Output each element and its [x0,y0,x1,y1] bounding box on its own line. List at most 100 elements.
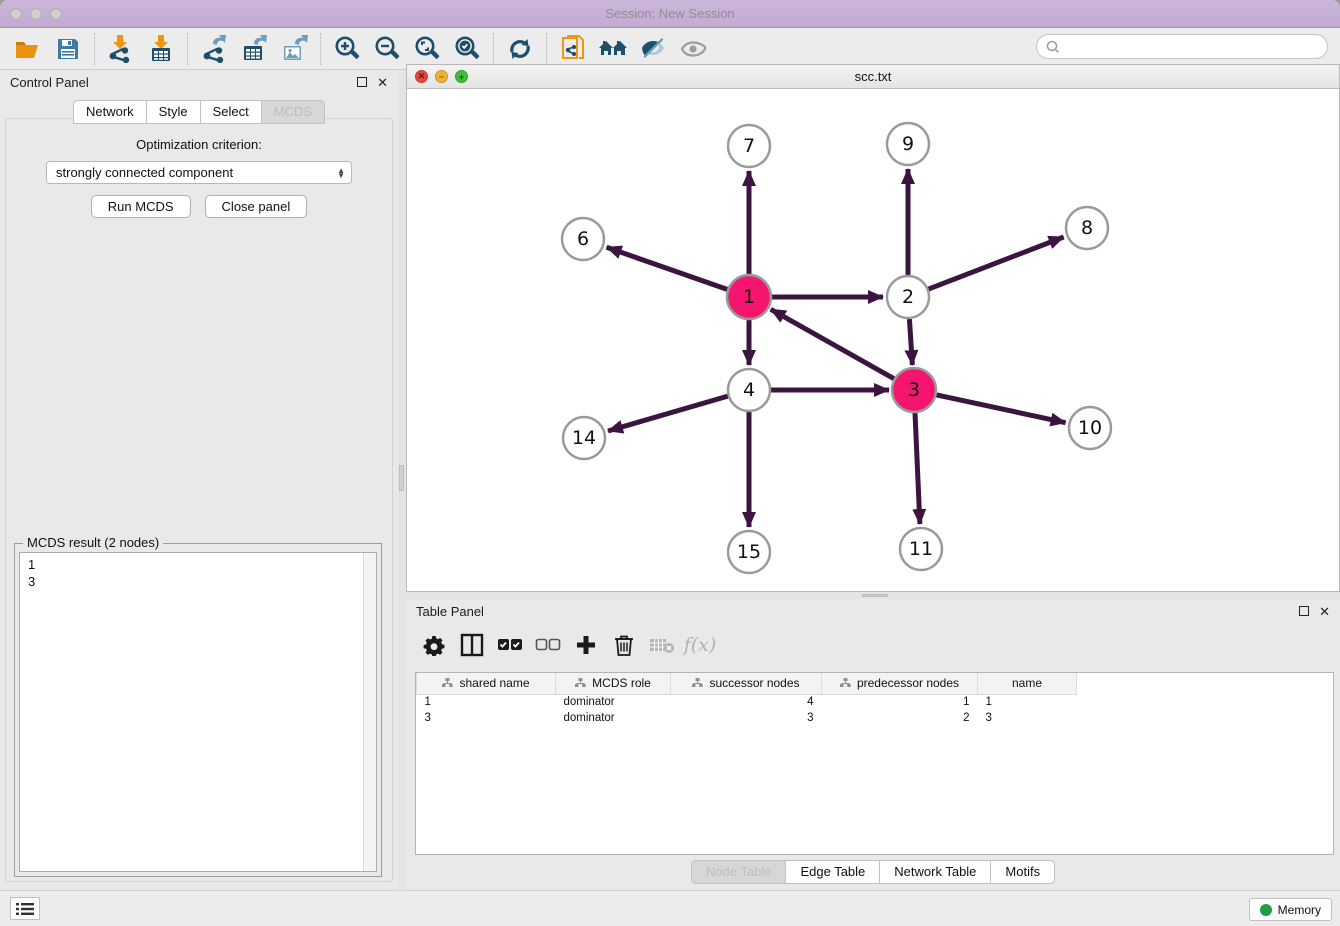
node-14[interactable]: 14 [563,417,605,459]
show-details-button[interactable] [673,31,713,67]
float-table-panel-button[interactable] [1299,605,1309,618]
zoom-fit-button[interactable] [407,31,447,67]
eye-icon [679,36,707,62]
svg-text:8: 8 [1081,217,1093,239]
delete-column-button[interactable] [606,628,642,662]
node-3[interactable]: 3 [892,368,936,412]
function-builder-button[interactable]: f(x) [682,628,718,662]
node-9[interactable]: 9 [887,123,929,165]
search-input[interactable] [1036,34,1328,59]
zoom-in-icon [334,35,361,62]
node-table[interactable]: shared name MCDS rolesuccessor nodesprede… [415,672,1334,855]
memory-status-icon [1260,904,1272,916]
horizontal-splitter[interactable] [406,592,1340,599]
network-from-selection-button[interactable] [553,31,593,67]
save-session-button[interactable] [48,31,88,67]
mcds-result-textarea[interactable]: 13 [19,552,377,872]
result-line: 1 [28,556,376,573]
splitter-grip[interactable] [862,594,888,597]
import-table-button[interactable] [141,31,181,67]
close-panel-button-bottom[interactable]: Close panel [205,195,308,218]
node-6[interactable]: 6 [562,218,604,260]
vertical-splitter[interactable] [398,70,406,890]
result-scrollbar[interactable] [363,553,376,871]
add-column-button[interactable] [568,628,604,662]
select-all-checks-button[interactable] [492,628,528,662]
node-1[interactable]: 1 [727,275,771,319]
svg-text:4: 4 [743,379,755,401]
cell-shared-name[interactable]: 3 [417,710,556,726]
node-11[interactable]: 11 [900,528,942,570]
cell-shared-name[interactable]: 1 [417,694,556,710]
column-header-predecessor-nodes[interactable]: predecessor nodes [822,673,978,694]
zoom-in-button[interactable] [327,31,367,67]
column-header-mcds-role[interactable]: MCDS role [556,673,671,694]
close-table-panel-button[interactable]: ✕ [1319,605,1330,618]
svg-text:7: 7 [743,135,755,157]
cell-name[interactable]: 3 [978,710,1077,726]
network-graph-canvas[interactable]: 1 2 3 4 6 7 8 9 10 11 14 15 [407,89,1339,591]
tab-node-table[interactable]: Node Table [691,860,787,884]
run-mcds-button[interactable]: Run MCDS [91,195,191,218]
edge-2-8[interactable] [929,237,1064,289]
export-table-button[interactable] [234,31,274,67]
deselect-all-checks-button[interactable] [530,628,566,662]
table-row[interactable]: 1dominator411 [417,694,1077,710]
zoom-out-button[interactable] [367,31,407,67]
close-panel-button[interactable]: ✕ [377,76,388,89]
cell-predecessor-nodes[interactable]: 1 [822,694,978,710]
edge-3-11[interactable] [915,412,920,524]
edge-1-6[interactable] [607,247,729,289]
export-network-button[interactable] [194,31,234,67]
column-header-shared-name[interactable]: shared name [417,673,556,694]
tab-select[interactable]: Select [201,100,262,124]
tab-network-table[interactable]: Network Table [880,860,991,884]
table-row[interactable]: 3dominator323 [417,710,1077,726]
hide-details-button[interactable] [633,31,673,67]
node-10[interactable]: 10 [1069,407,1111,449]
column-header-name[interactable]: name [978,673,1077,694]
criterion-select[interactable]: strongly connected component ▲▼ [46,161,352,184]
cell-mcds-role[interactable]: dominator [556,694,671,710]
edge-2-3[interactable] [909,319,912,365]
fx-icon: f(x) [684,634,717,656]
edge-3-10[interactable] [936,395,1066,423]
delete-table-button[interactable] [644,628,680,662]
node-8[interactable]: 8 [1066,207,1108,249]
edge-3-1[interactable] [771,309,895,379]
houses-button[interactable] [593,31,633,67]
table-options-button[interactable] [416,628,452,662]
window-titlebar[interactable]: Session: New Session [0,0,1340,28]
sort-tree-icon [575,677,586,691]
splitter-grip[interactable] [399,465,404,491]
tab-style[interactable]: Style [147,100,201,124]
tab-motifs[interactable]: Motifs [991,860,1055,884]
edge-4-14[interactable] [608,396,728,431]
cell-name[interactable]: 1 [978,694,1077,710]
float-panel-button[interactable] [357,76,367,89]
node-15[interactable]: 15 [728,531,770,573]
memory-button[interactable]: Memory [1249,898,1332,921]
column-label: shared name [459,676,529,690]
import-network-button[interactable] [101,31,141,67]
open-session-button[interactable] [8,31,48,67]
node-4[interactable]: 4 [728,369,770,411]
cell-successor-nodes[interactable]: 4 [671,694,822,710]
cell-mcds-role[interactable]: dominator [556,710,671,726]
svg-text:15: 15 [737,541,761,563]
task-history-button[interactable] [10,897,40,920]
node-7[interactable]: 7 [728,125,770,167]
cell-predecessor-nodes[interactable]: 2 [822,710,978,726]
refresh-layout-button[interactable] [500,31,540,67]
cell-successor-nodes[interactable]: 3 [671,710,822,726]
tab-mcds[interactable]: MCDS [262,100,325,124]
zoom-selected-button[interactable] [447,31,487,67]
export-image-button[interactable] [274,31,314,67]
tab-network[interactable]: Network [73,100,147,124]
column-header-successor-nodes[interactable]: successor nodes [671,673,822,694]
show-column-button[interactable] [454,628,490,662]
tab-edge-table[interactable]: Edge Table [786,860,880,884]
control-panel-header: Control Panel ✕ [0,70,398,94]
node-2[interactable]: 2 [887,276,929,318]
network-window-titlebar[interactable]: ✕ − + scc.txt [407,65,1339,89]
